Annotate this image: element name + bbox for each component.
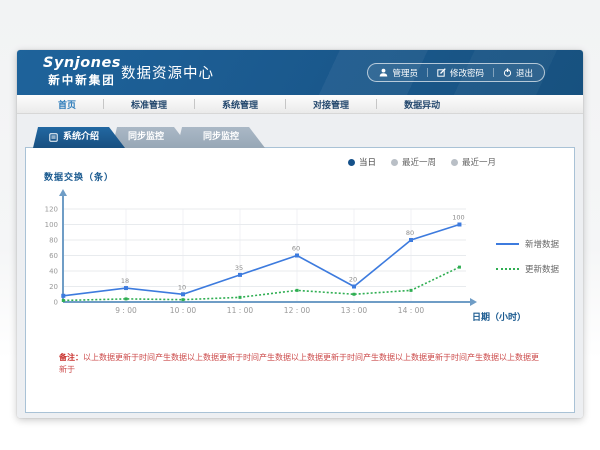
radio-label: 最近一月 xyxy=(462,156,496,168)
radio-today[interactable]: 当日 xyxy=(348,156,376,168)
logout-label: 退出 xyxy=(516,67,533,79)
main-nav: 首页 标准管理 系统管理 对接管理 数据异动 xyxy=(17,95,583,114)
nav-item-connect-mgmt[interactable]: 对接管理 xyxy=(286,98,376,111)
user-icon xyxy=(379,68,388,77)
legend-label: 新增数据 xyxy=(525,238,559,250)
svg-text:20: 20 xyxy=(349,276,357,284)
tab-label: 同步监控 xyxy=(203,127,239,148)
svg-text:80: 80 xyxy=(406,229,414,237)
document-icon xyxy=(49,133,58,142)
svg-text:60: 60 xyxy=(49,252,58,260)
radio-last-month[interactable]: 最近一月 xyxy=(451,156,496,168)
logout-button[interactable]: 退出 xyxy=(503,67,533,79)
nav-item-standard-mgmt[interactable]: 标准管理 xyxy=(104,98,194,111)
content-area: 系统介绍 同步监控 同步监控 当日 最近一周 xyxy=(17,114,583,418)
svg-text:10: 10 xyxy=(178,283,186,291)
legend-item-new-data[interactable]: 新增数据 xyxy=(496,238,559,250)
radio-last-week[interactable]: 最近一周 xyxy=(391,156,436,168)
page-title: 数据资源中心 xyxy=(121,50,214,95)
radio-label: 最近一周 xyxy=(402,156,436,168)
x-axis-title: 日期（小时） xyxy=(472,310,526,323)
tab-sync-monitor-1[interactable]: 同步监控 xyxy=(112,127,190,148)
nav-item-system-mgmt[interactable]: 系统管理 xyxy=(195,98,285,111)
change-password-label: 修改密码 xyxy=(450,67,484,79)
tab-bar: 系统介绍 同步监控 同步监控 xyxy=(33,127,265,148)
svg-text:18: 18 xyxy=(121,277,129,285)
svg-text:60: 60 xyxy=(292,245,300,253)
radio-dot-icon xyxy=(348,159,355,166)
user-menu: 管理员 修改密码 退出 xyxy=(367,63,545,82)
svg-text:13 : 00: 13 : 00 xyxy=(341,306,368,315)
svg-text:0: 0 xyxy=(54,299,58,307)
edit-icon xyxy=(437,68,446,77)
chart-legend: 新增数据 更新数据 xyxy=(496,238,559,275)
svg-text:80: 80 xyxy=(49,237,58,245)
nav-item-home[interactable]: 首页 xyxy=(31,98,103,111)
radio-dot-icon xyxy=(451,159,458,166)
svg-text:9 : 00: 9 : 00 xyxy=(115,306,137,315)
radio-dot-icon xyxy=(391,159,398,166)
svg-text:100: 100 xyxy=(452,214,464,222)
logo-text-cn: 新中新集团 xyxy=(43,72,121,88)
footnote-text: 以上数据更新于时间产生数据以上数据更新于时间产生数据以上数据更新于时间产生数据以… xyxy=(59,353,539,374)
divider xyxy=(427,68,428,77)
svg-text:40: 40 xyxy=(49,268,58,276)
svg-text:100: 100 xyxy=(45,221,58,229)
change-password-button[interactable]: 修改密码 xyxy=(437,67,484,79)
svg-text:12 : 00: 12 : 00 xyxy=(284,306,311,315)
svg-text:35: 35 xyxy=(235,264,243,272)
svg-text:11 : 00: 11 : 00 xyxy=(227,306,254,315)
chart-panel: 当日 最近一周 最近一月 数据交换（条） 0 20 40 60 80 100 120 9 : … xyxy=(25,147,575,413)
line-chart: 0 20 40 60 80 100 120 9 : 00 10 : 00 11 : 00 12 : … xyxy=(36,186,480,324)
y-axis-title: 数据交换（条） xyxy=(44,170,114,183)
logo-text-en: Synjones xyxy=(43,55,121,71)
synjones-logo: Synjones 新中新集团 xyxy=(43,55,121,88)
admin-user-label: 管理员 xyxy=(392,67,418,79)
footnote-prefix: 备注： xyxy=(59,353,83,362)
divider xyxy=(493,68,494,77)
footnote: 备注：以上数据更新于时间产生数据以上数据更新于时间产生数据以上数据更新于时间产生… xyxy=(59,352,545,376)
svg-text:10 : 00: 10 : 00 xyxy=(170,306,197,315)
green-dotted-line-icon xyxy=(496,268,519,270)
power-icon xyxy=(503,68,512,77)
radio-label: 当日 xyxy=(359,156,376,168)
nav-item-data-change[interactable]: 数据异动 xyxy=(377,98,467,111)
app-window: Synjones 新中新集团 数据资源中心 管理员 修改密码 退出 首页 标准管… xyxy=(17,50,583,418)
svg-text:120: 120 xyxy=(45,206,58,214)
legend-item-update-data[interactable]: 更新数据 xyxy=(496,263,559,275)
app-header: Synjones 新中新集团 数据资源中心 管理员 修改密码 退出 xyxy=(17,50,583,95)
tab-sync-monitor-2[interactable]: 同步监控 xyxy=(177,127,265,148)
svg-text:14 : 00: 14 : 00 xyxy=(398,306,425,315)
legend-label: 更新数据 xyxy=(525,263,559,275)
admin-user-button[interactable]: 管理员 xyxy=(379,67,418,79)
tab-label: 系统介绍 xyxy=(63,127,99,148)
svg-text:20: 20 xyxy=(49,283,58,291)
tab-system-intro[interactable]: 系统介绍 xyxy=(33,127,125,148)
time-range-filter: 当日 最近一周 最近一月 xyxy=(348,156,496,168)
tab-label: 同步监控 xyxy=(128,127,164,148)
blue-line-icon xyxy=(496,243,519,245)
